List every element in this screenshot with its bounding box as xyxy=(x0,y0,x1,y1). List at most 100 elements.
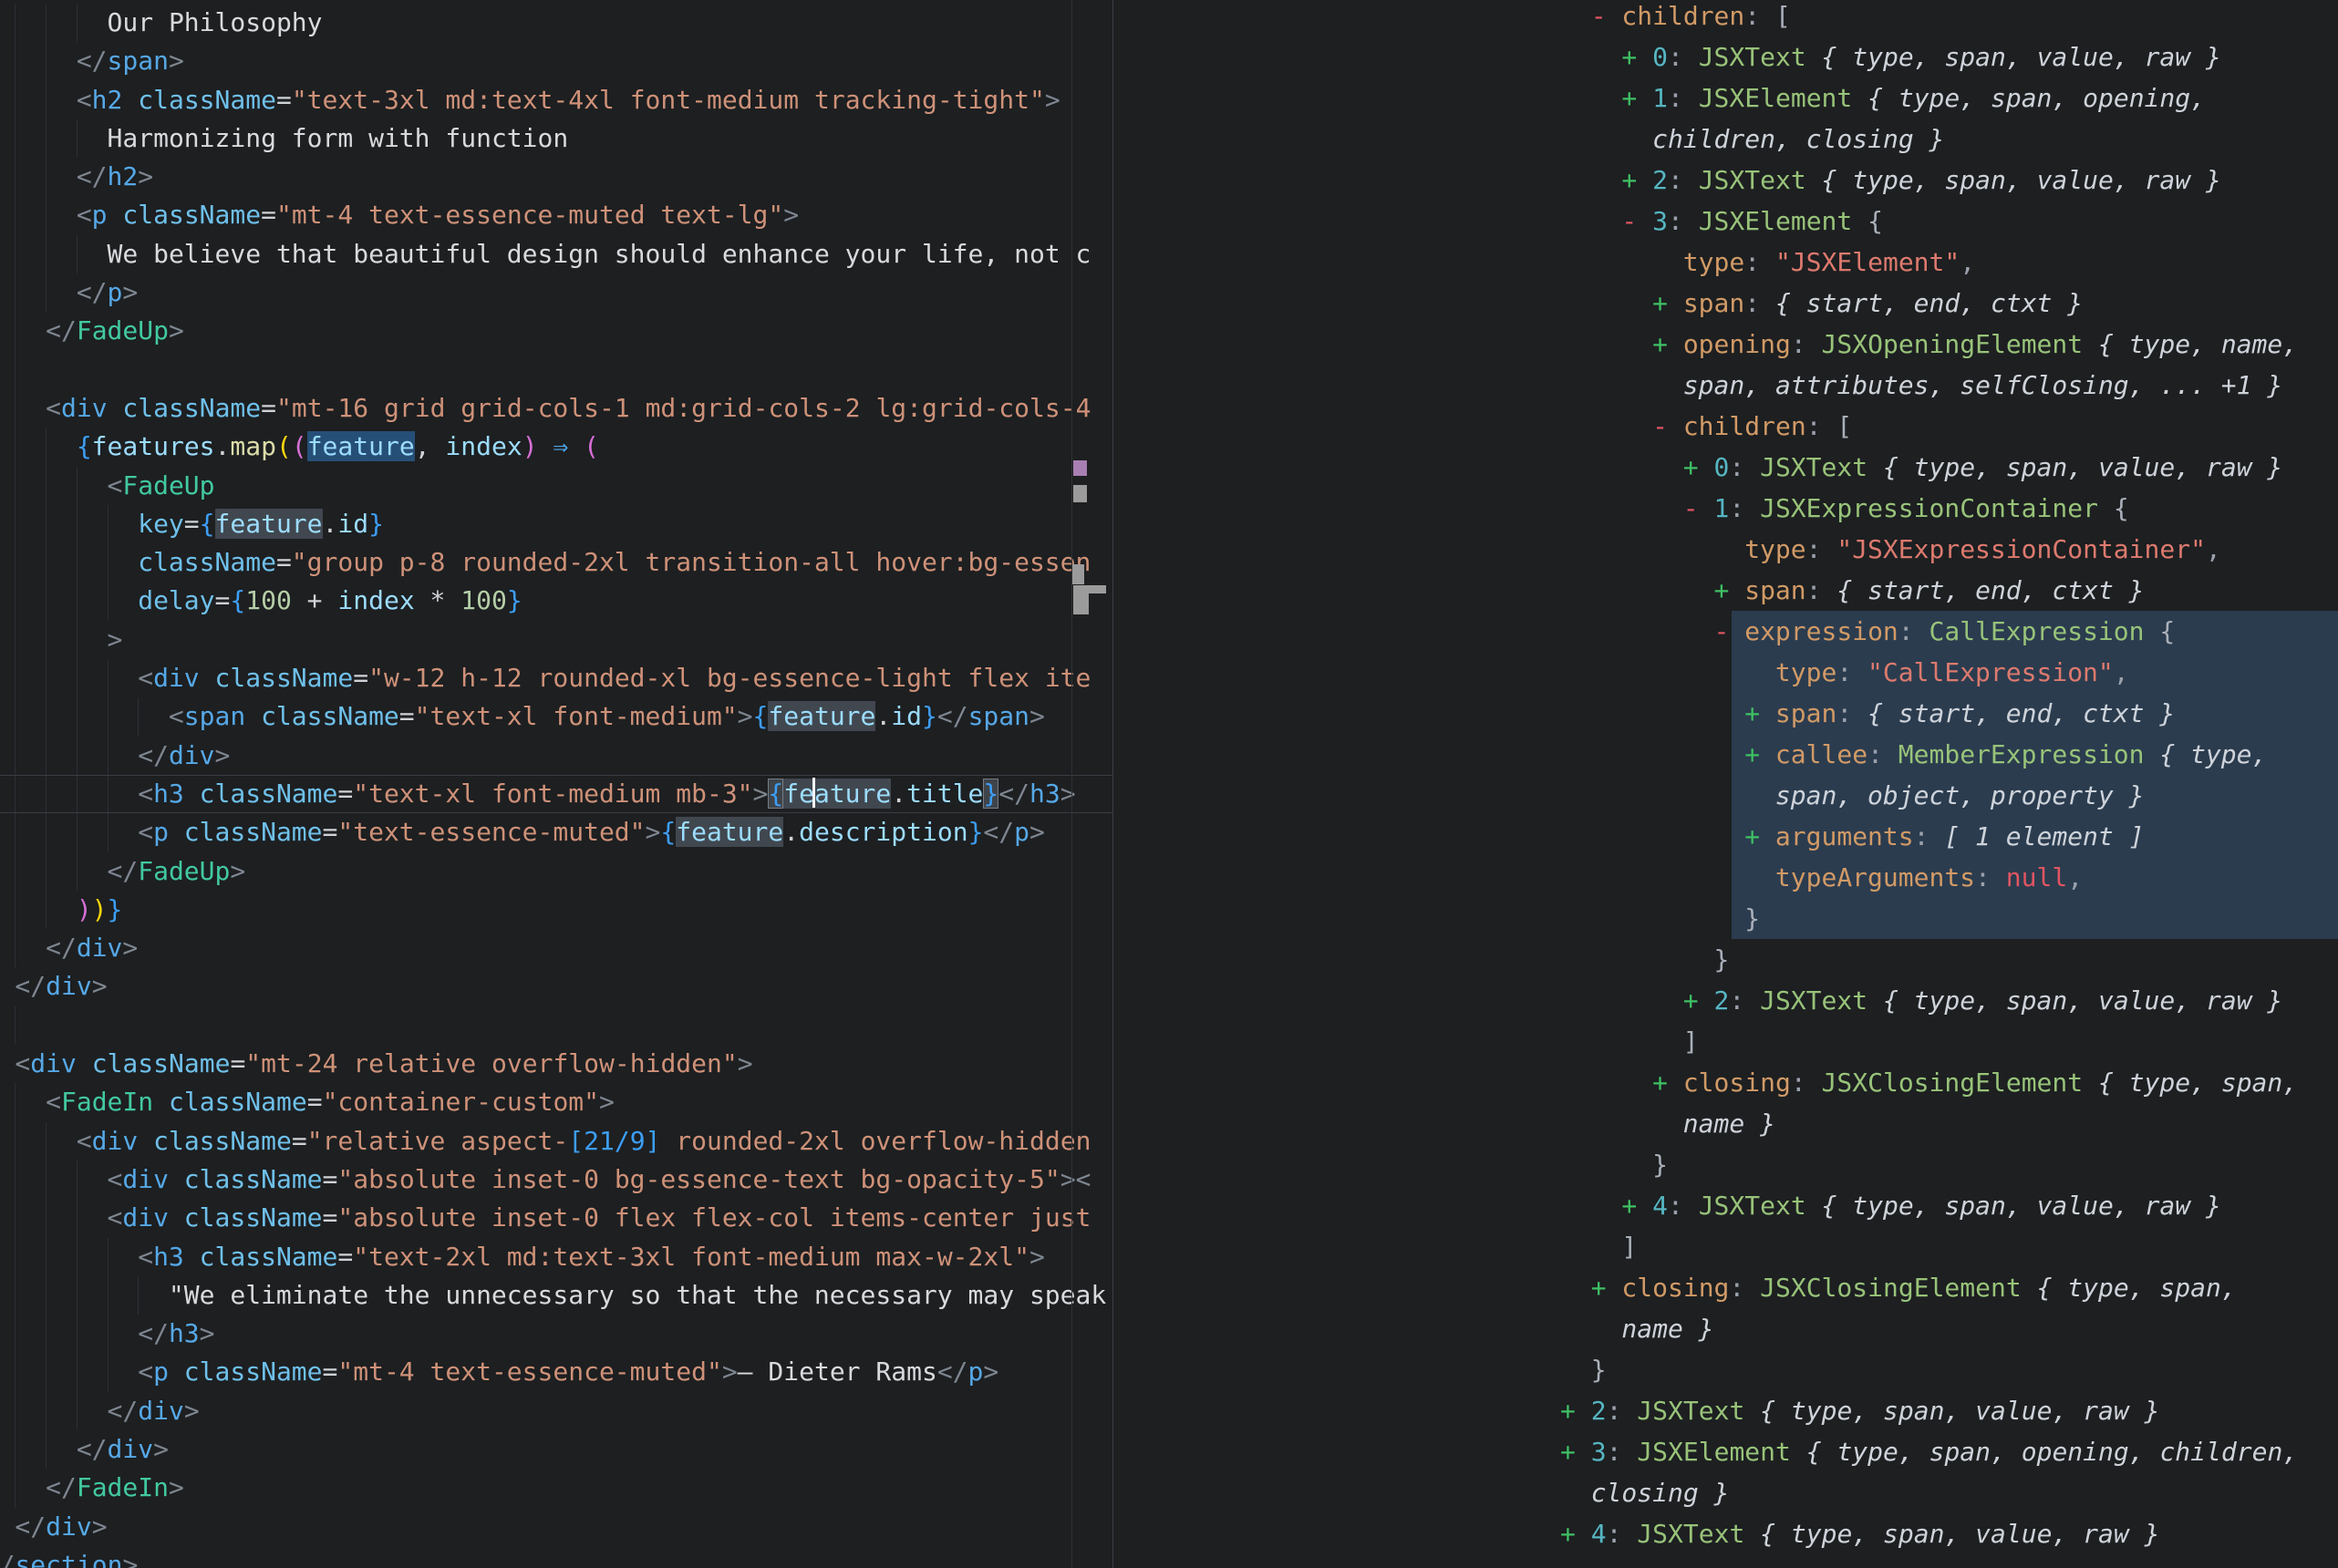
expand-toggle-icon[interactable]: + xyxy=(1560,1396,1591,1426)
expand-toggle-icon[interactable]: + xyxy=(1744,698,1775,728)
code-line[interactable]: <div className="mt-24 relative overflow-… xyxy=(0,1045,1112,1083)
ast-line[interactable]: } xyxy=(1113,898,2338,939)
code-line[interactable]: <p className="text-essence-muted">{featu… xyxy=(0,813,1112,851)
ast-line[interactable]: + span: { start, end, ctxt } xyxy=(1113,693,2338,734)
code-line[interactable]: <FadeIn className="container-custom"> xyxy=(0,1083,1112,1121)
ast-line[interactable]: + closing: JSXClosingElement { type, spa… xyxy=(1113,1062,2338,1103)
code-line[interactable]: <FadeUp xyxy=(0,467,1112,505)
ast-line[interactable]: + 2: JSXText { type, span, value, raw } xyxy=(1113,1390,2338,1431)
ast-line[interactable]: - 1: JSXExpressionContainer { xyxy=(1113,488,2338,529)
expand-toggle-icon[interactable]: + xyxy=(1744,739,1775,769)
code-line[interactable]: <p className="mt-4 text-essence-muted te… xyxy=(0,196,1112,234)
collapse-toggle-icon[interactable]: - xyxy=(1683,493,1714,523)
code-line[interactable]: className="group p-8 rounded-2xl transit… xyxy=(0,543,1112,582)
code-line[interactable] xyxy=(0,1006,1112,1045)
expand-toggle-icon[interactable]: + xyxy=(1683,985,1714,1016)
ast-line[interactable]: - children: [ xyxy=(1113,0,2338,36)
code-line[interactable]: delay={100 + index * 100} xyxy=(0,582,1112,620)
code-line[interactable] xyxy=(0,351,1112,389)
ast-line[interactable]: + 2: JSXText { type, span, value, raw } xyxy=(1113,160,2338,201)
ast-line[interactable]: name } xyxy=(1113,1103,2338,1144)
code-line[interactable]: key={feature.id} xyxy=(0,505,1112,543)
ast-line[interactable]: type: "CallExpression", xyxy=(1113,652,2338,693)
expand-toggle-icon[interactable]: + xyxy=(1621,165,1652,195)
ast-line[interactable]: + 1: JSXElement { type, span, opening, xyxy=(1113,77,2338,119)
code-line[interactable]: </section> xyxy=(0,1546,1112,1568)
code-line[interactable]: "We eliminate the unnecessary so that th… xyxy=(0,1276,1112,1315)
code-line[interactable]: We believe that beautiful design should … xyxy=(0,235,1112,273)
code-line[interactable]: <div className="relative aspect-[21/9] r… xyxy=(0,1122,1112,1161)
ast-line[interactable]: ] xyxy=(1113,1021,2338,1062)
expand-toggle-icon[interactable]: + xyxy=(1621,1191,1652,1221)
code-line[interactable]: <p className="mt-4 text-essence-muted">—… xyxy=(0,1353,1112,1391)
code-line[interactable]: </h3> xyxy=(0,1315,1112,1353)
ast-line[interactable]: + span: { start, end, ctxt } xyxy=(1113,283,2338,324)
collapse-toggle-icon[interactable]: - xyxy=(1591,1,1622,31)
code-editor-pane[interactable]: Our Philosophy</span><h2 className="text… xyxy=(0,0,1112,1568)
expand-toggle-icon[interactable]: + xyxy=(1560,1437,1591,1467)
expand-toggle-icon[interactable]: + xyxy=(1652,1068,1683,1098)
collapse-toggle-icon[interactable]: - xyxy=(1714,616,1745,646)
expand-toggle-icon[interactable]: + xyxy=(1560,1519,1591,1549)
code-line[interactable]: ))} xyxy=(0,891,1112,929)
code-line[interactable]: </FadeIn> xyxy=(0,1469,1112,1507)
ast-line[interactable]: + callee: MemberExpression { type, xyxy=(1113,734,2338,775)
code-line[interactable]: </FadeUp> xyxy=(0,312,1112,350)
code-line[interactable]: </div> xyxy=(0,1430,1112,1469)
expand-toggle-icon[interactable]: + xyxy=(1683,452,1714,482)
ast-line[interactable]: ] xyxy=(1113,1226,2338,1267)
expand-toggle-icon[interactable]: + xyxy=(1652,329,1683,359)
code-line[interactable]: </FadeUp> xyxy=(0,852,1112,891)
code-line[interactable]: </p> xyxy=(0,273,1112,312)
code-line[interactable]: <span className="text-xl font-medium">{f… xyxy=(0,697,1112,736)
ast-line[interactable]: closing } xyxy=(1113,1472,2338,1513)
expand-toggle-icon[interactable]: + xyxy=(1591,1273,1622,1303)
code-line[interactable]: <h2 className="text-3xl md:text-4xl font… xyxy=(0,81,1112,119)
ast-line[interactable]: type: "JSXExpressionContainer", xyxy=(1113,529,2338,570)
ast-line[interactable]: + 3: JSXElement { type, span, opening, c… xyxy=(1113,1431,2338,1472)
code-line[interactable]: Harmonizing form with function xyxy=(0,119,1112,158)
collapse-toggle-icon[interactable]: - xyxy=(1652,411,1683,441)
ast-line[interactable]: + closing: JSXClosingElement { type, spa… xyxy=(1113,1267,2338,1308)
expand-toggle-icon[interactable]: + xyxy=(1621,83,1652,113)
expand-toggle-icon[interactable]: + xyxy=(1714,575,1745,605)
ast-line[interactable]: } xyxy=(1113,939,2338,980)
code-line[interactable]: </div> xyxy=(0,1392,1112,1430)
code-line[interactable]: <div className="absolute inset-0 flex fl… xyxy=(0,1199,1112,1237)
ast-line[interactable]: + span: { start, end, ctxt } xyxy=(1113,570,2338,611)
ast-line[interactable]: } xyxy=(1113,1144,2338,1185)
ast-line[interactable]: + arguments: [ 1 element ] xyxy=(1113,816,2338,857)
ast-line[interactable]: children, closing } xyxy=(1113,119,2338,160)
collapse-toggle-icon[interactable]: - xyxy=(1621,206,1652,236)
code-line[interactable]: <h3 className="text-2xl md:text-3xl font… xyxy=(0,1238,1112,1276)
code-line[interactable]: Our Philosophy xyxy=(0,4,1112,42)
code-line[interactable]: </div> xyxy=(0,1508,1112,1546)
ast-line[interactable]: span, object, property } xyxy=(1113,775,2338,816)
ast-line[interactable]: + opening: JSXOpeningElement { type, nam… xyxy=(1113,324,2338,365)
code-line[interactable]: </div> xyxy=(0,929,1112,967)
expand-toggle-icon[interactable]: + xyxy=(1744,821,1775,851)
expand-toggle-icon[interactable]: + xyxy=(1621,42,1652,72)
ast-line[interactable]: + 2: JSXText { type, span, value, raw } xyxy=(1113,980,2338,1021)
ast-line[interactable]: typeArguments: null, xyxy=(1113,857,2338,898)
ast-tree-pane[interactable]: - children: [+ 0: JSXText { type, span, … xyxy=(1113,0,2338,1568)
ast-line[interactable]: } xyxy=(1113,1349,2338,1390)
ast-line[interactable]: - expression: CallExpression { xyxy=(1113,611,2338,652)
code-line[interactable]: </div> xyxy=(0,967,1112,1006)
ast-line[interactable]: + 0: JSXText { type, span, value, raw } xyxy=(1113,36,2338,77)
ast-line[interactable]: - 3: JSXElement { xyxy=(1113,201,2338,242)
code-line[interactable]: <h3 className="text-xl font-medium mb-3"… xyxy=(0,775,1112,813)
ast-line[interactable]: + 4: JSXText { type, span, value, raw } xyxy=(1113,1185,2338,1226)
ast-line[interactable]: + 4: JSXText { type, span, value, raw } xyxy=(1113,1513,2338,1554)
code-line[interactable]: <div className="mt-16 grid grid-cols-1 m… xyxy=(0,389,1112,428)
ast-line[interactable]: + 0: JSXText { type, span, value, raw } xyxy=(1113,447,2338,488)
code-line[interactable]: <div className="w-12 h-12 rounded-xl bg-… xyxy=(0,659,1112,697)
ast-line[interactable]: span, attributes, selfClosing, ... +1 } xyxy=(1113,365,2338,406)
code-line[interactable]: </div> xyxy=(0,737,1112,775)
ast-line[interactable]: - children: [ xyxy=(1113,406,2338,447)
code-line[interactable]: {features.map((feature, index) ⇒ ( xyxy=(0,428,1112,466)
code-line[interactable]: <div className="absolute inset-0 bg-esse… xyxy=(0,1161,1112,1199)
code-line[interactable]: </h2> xyxy=(0,158,1112,196)
expand-toggle-icon[interactable]: + xyxy=(1652,288,1683,318)
ast-line[interactable]: type: "JSXElement", xyxy=(1113,242,2338,283)
